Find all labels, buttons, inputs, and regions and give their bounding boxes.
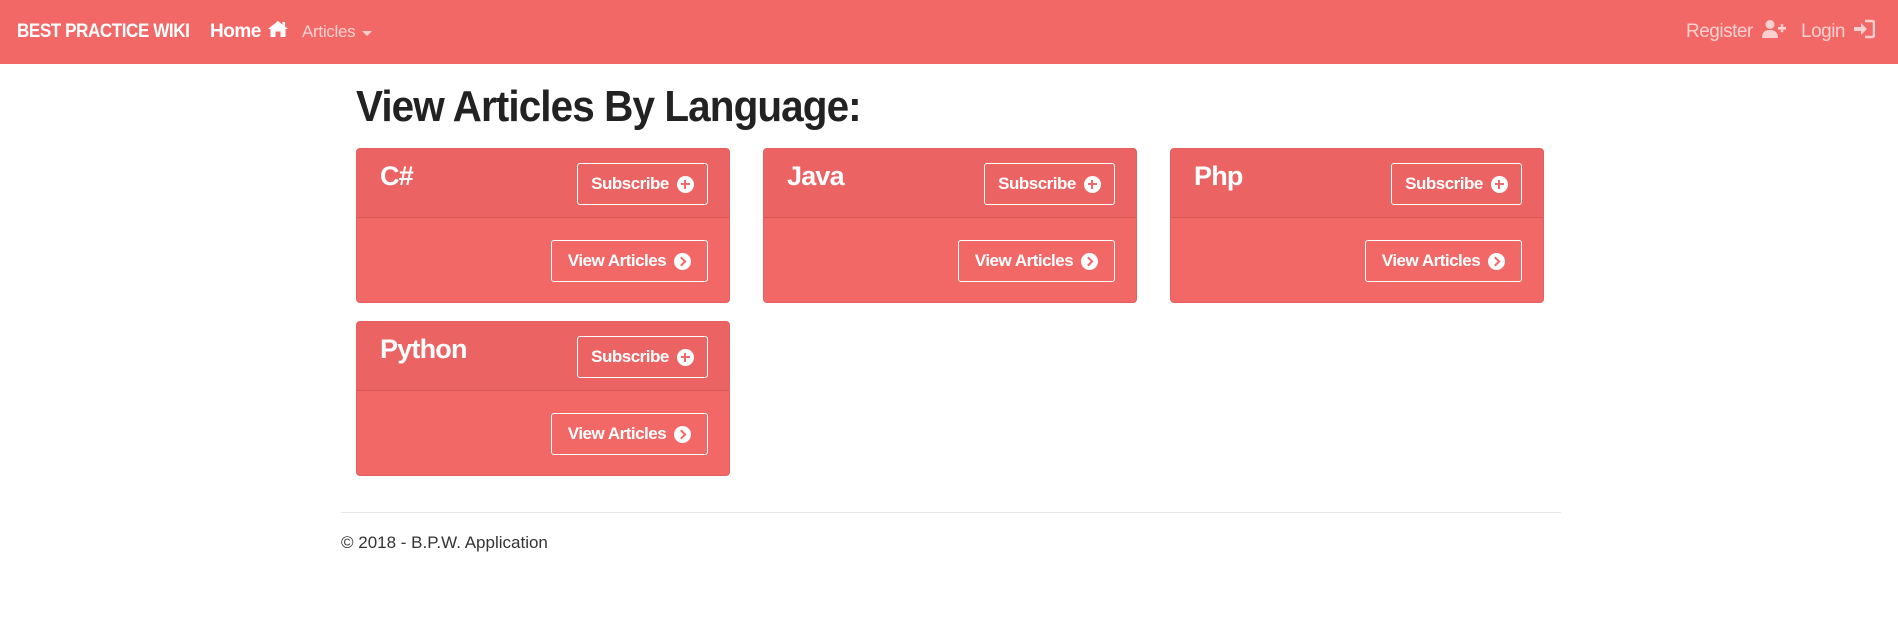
nav-register-link[interactable]: Register: [1686, 0, 1787, 64]
subscribe-button[interactable]: Subscribe: [984, 163, 1115, 205]
language-name: Python: [380, 334, 468, 364]
view-articles-button[interactable]: View Articles: [551, 240, 708, 282]
language-card-python: Python Subscribe View Articles: [356, 321, 730, 476]
sign-in-icon: [1853, 19, 1876, 45]
view-articles-button[interactable]: View Articles: [1365, 240, 1522, 282]
view-articles-button[interactable]: View Articles: [551, 413, 708, 455]
nav-login-label: Login: [1801, 21, 1846, 42]
footer-divider: [341, 512, 1561, 513]
footer-copyright: © 2018 - B.P.W. Application: [341, 533, 548, 552]
nav-articles-label: Articles: [302, 22, 356, 41]
subscribe-label: Subscribe: [998, 174, 1076, 193]
home-icon: [267, 20, 289, 44]
view-articles-label: View Articles: [1381, 251, 1481, 270]
subscribe-button[interactable]: Subscribe: [1391, 163, 1522, 205]
view-articles-button[interactable]: View Articles: [958, 240, 1115, 282]
card-header: C# Subscribe: [357, 149, 729, 218]
brand-link[interactable]: BEST PRACTICE WIKI: [17, 0, 190, 64]
navbar: BEST PRACTICE WIKI Home Articles Registe…: [0, 0, 1898, 64]
nav-articles-dropdown[interactable]: Articles: [302, 0, 373, 64]
plus-circle-icon: [676, 175, 694, 193]
view-articles-label: View Articles: [974, 251, 1074, 270]
language-card-java: Java Subscribe View Articles: [763, 148, 1137, 303]
language-name: Php: [1194, 161, 1243, 191]
language-card-csharp: C# Subscribe View Articles: [356, 148, 730, 303]
nav-login-link[interactable]: Login: [1801, 0, 1876, 64]
chevron-circle-right-icon: [674, 425, 692, 443]
nav-register-label: Register: [1686, 21, 1753, 42]
language-name: C#: [380, 161, 414, 191]
language-name: Java: [787, 161, 845, 191]
subscribe-label: Subscribe: [1405, 174, 1483, 193]
subscribe-button[interactable]: Subscribe: [577, 336, 708, 378]
card-header: Java Subscribe: [764, 149, 1136, 218]
chevron-circle-right-icon: [674, 252, 692, 270]
plus-circle-icon: [1490, 175, 1508, 193]
card-header: Php Subscribe: [1171, 149, 1543, 218]
caret-down-icon: [362, 30, 373, 36]
subscribe-label: Subscribe: [591, 347, 669, 366]
view-articles-label: View Articles: [567, 251, 667, 270]
chevron-circle-right-icon: [1081, 252, 1099, 270]
chevron-circle-right-icon: [1488, 252, 1506, 270]
nav-home-link[interactable]: Home: [210, 0, 289, 64]
user-plus-icon: [1761, 19, 1787, 45]
view-articles-label: View Articles: [567, 424, 667, 443]
subscribe-button[interactable]: Subscribe: [577, 163, 708, 205]
nav-home-label: Home: [210, 21, 261, 42]
plus-circle-icon: [1083, 175, 1101, 193]
page-title: View Articles By Language:: [356, 82, 862, 131]
card-header: Python Subscribe: [357, 322, 729, 391]
subscribe-label: Subscribe: [591, 174, 669, 193]
plus-circle-icon: [676, 348, 694, 366]
language-card-php: Php Subscribe View Articles: [1170, 148, 1544, 303]
